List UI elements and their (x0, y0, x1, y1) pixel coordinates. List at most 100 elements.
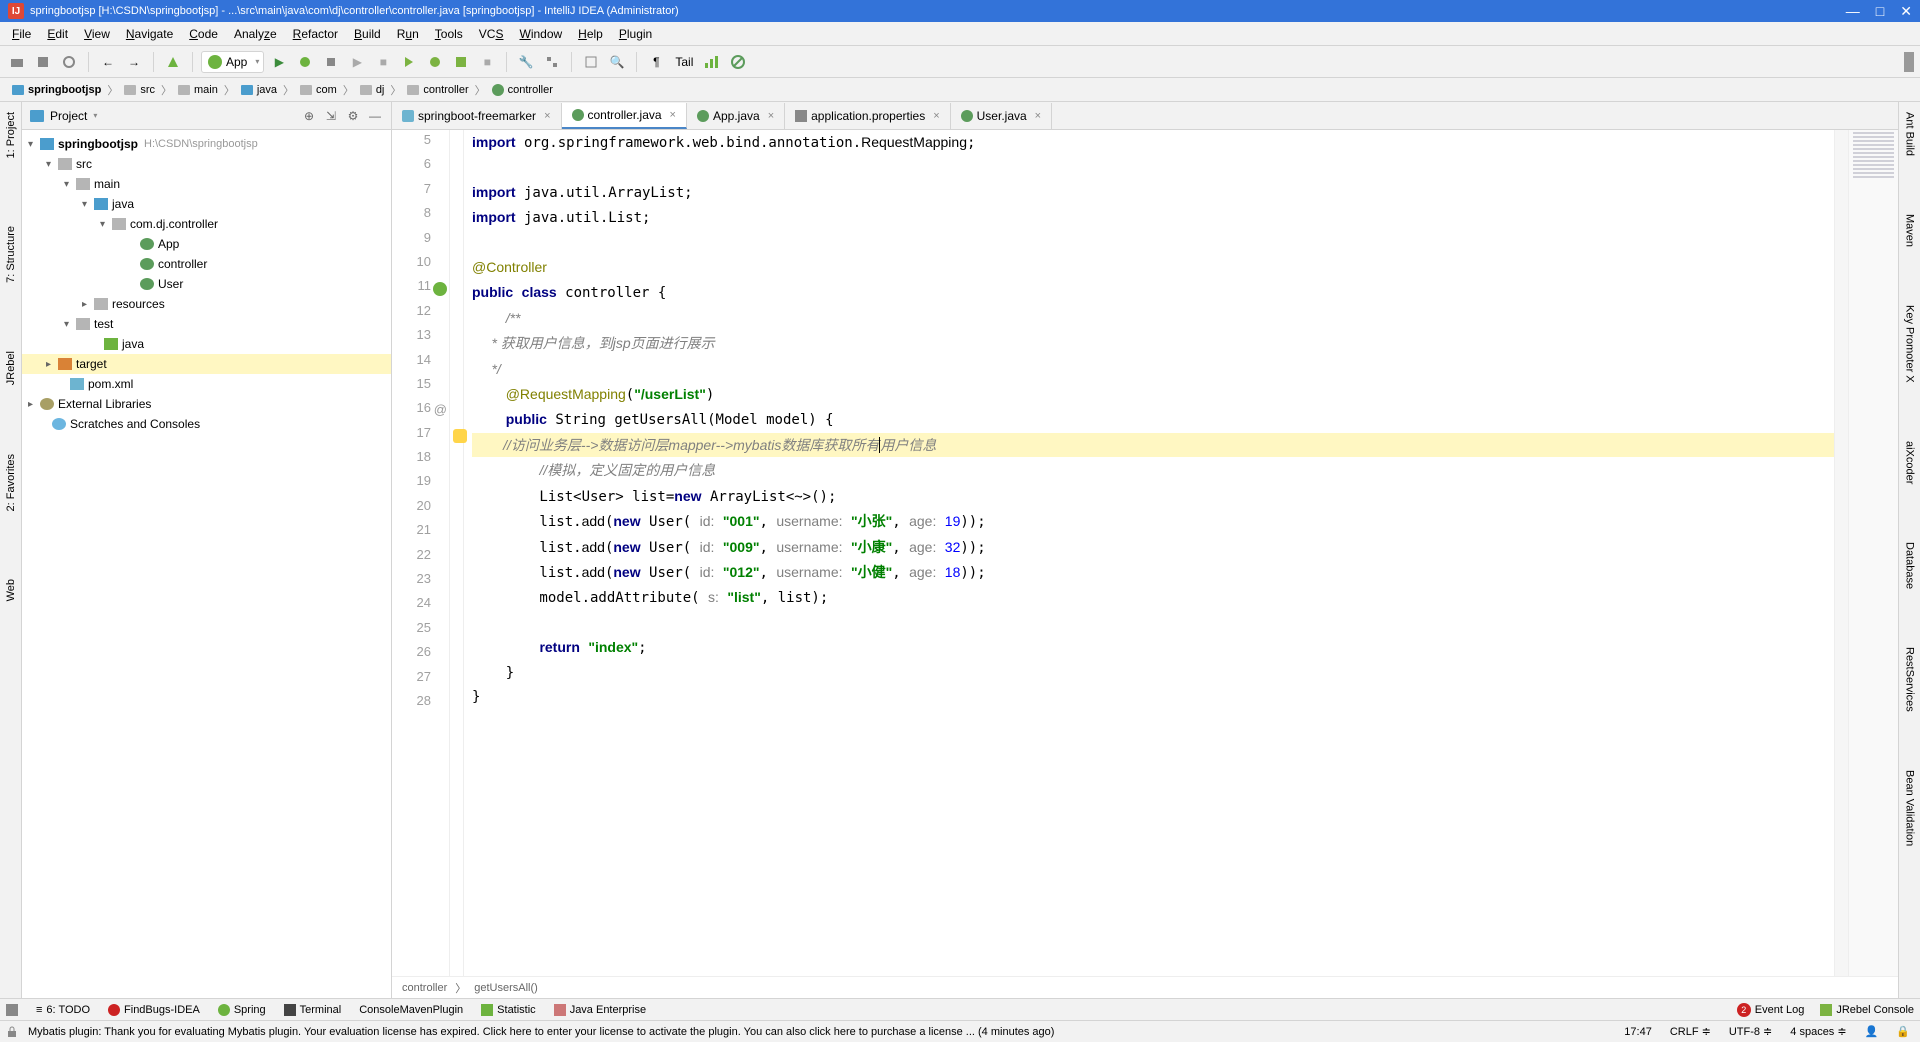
lock-icon[interactable] (6, 1026, 18, 1038)
menu-navigate[interactable]: Navigate (118, 25, 181, 43)
tree-scratches[interactable]: ▾Scratches and Consoles (22, 414, 391, 434)
crumb-src[interactable]: src (120, 84, 159, 96)
menu-vcs[interactable]: VCS (471, 25, 512, 43)
menu-file[interactable]: File (4, 25, 39, 43)
maximize-button[interactable]: □ (1876, 3, 1884, 20)
crumb-java[interactable]: java (237, 84, 281, 96)
btab-java-ee[interactable]: Java Enterprise (554, 1004, 646, 1016)
tab-bean-validation[interactable]: Bean Validation (1902, 766, 1918, 850)
menu-tools[interactable]: Tools (427, 25, 471, 43)
stop2-icon[interactable]: ■ (476, 51, 498, 73)
request-mapping-icon[interactable]: @ (434, 402, 447, 417)
btab-jrebel-console[interactable]: JRebel Console (1820, 1003, 1914, 1017)
menu-build[interactable]: Build (346, 25, 389, 43)
wrench-icon[interactable]: 🔧 (515, 51, 537, 73)
status-inspection-icon[interactable]: 👤 (1861, 1025, 1883, 1038)
btab-window-icon[interactable] (6, 1004, 18, 1016)
tree-pom[interactable]: ▾pom.xml (22, 374, 391, 394)
settings-icon[interactable]: ⚙ (345, 108, 361, 124)
no-entry-icon[interactable] (727, 51, 749, 73)
search-icon[interactable]: 🔍 (606, 51, 628, 73)
tree-test-java[interactable]: ▾java (22, 334, 391, 354)
crumb-dj[interactable]: dj (356, 84, 389, 96)
tree-package[interactable]: ▾com.dj.controller (22, 214, 391, 234)
status-indent[interactable]: 4 spaces ≑ (1786, 1025, 1850, 1038)
menu-code[interactable]: Code (181, 25, 226, 43)
tab-web[interactable]: Web (3, 575, 19, 605)
status-message[interactable]: Mybatis plugin: Thank you for evaluating… (28, 1026, 1610, 1038)
project-panel-title[interactable]: Project (50, 109, 87, 123)
btab-findbugs[interactable]: FindBugs-IDEA (108, 1004, 200, 1016)
profile-icon[interactable]: ▶ (346, 51, 368, 73)
tree-root[interactable]: ▾springbootjspH:\CSDN\springbootjsp (22, 134, 391, 154)
error-stripe[interactable] (1834, 130, 1848, 976)
menu-refactor[interactable]: Refactor (285, 25, 346, 43)
scroll-from-source-icon[interactable]: ⊕ (301, 108, 317, 124)
paragraph-icon[interactable]: ¶ (645, 51, 667, 73)
breadcrumb-method[interactable]: getUsersAll() (474, 982, 538, 994)
xrebel-icon[interactable] (450, 51, 472, 73)
tab-database[interactable]: Database (1902, 538, 1918, 593)
crumb-com[interactable]: com (296, 84, 341, 96)
menu-plugin[interactable]: Plugin (611, 25, 660, 43)
jrebel-debug-icon[interactable] (424, 51, 446, 73)
breadcrumb-class[interactable]: controller (402, 982, 447, 994)
tab-structure[interactable]: 7: Structure (3, 222, 19, 287)
debug-icon[interactable] (294, 51, 316, 73)
tab-app-java[interactable]: App.java× (687, 103, 785, 129)
forward-icon[interactable]: → (123, 51, 145, 73)
tree-src[interactable]: ▾src (22, 154, 391, 174)
menu-window[interactable]: Window (511, 25, 570, 43)
back-icon[interactable]: ← (97, 51, 119, 73)
hide-panel-icon[interactable]: — (367, 108, 383, 124)
save-icon[interactable] (32, 51, 54, 73)
close-icon[interactable]: × (1035, 110, 1041, 122)
spring-bean-icon[interactable] (433, 282, 447, 296)
close-icon[interactable]: × (768, 110, 774, 122)
editor-body[interactable]: 5 6 7 8 9 10 11 12 13 14 15 16@ 17 18 19… (392, 130, 1898, 976)
btab-statistic[interactable]: Statistic (481, 1004, 536, 1016)
jrebel-run-icon[interactable] (398, 51, 420, 73)
toolbar-overflow[interactable] (1904, 52, 1914, 72)
btab-spring[interactable]: Spring (218, 1004, 266, 1016)
stop-icon[interactable]: ■ (372, 51, 394, 73)
crumb-controller-pkg[interactable]: controller (403, 84, 472, 96)
menu-edit[interactable]: Edit (39, 25, 76, 43)
status-encoding[interactable]: UTF-8 ≑ (1725, 1025, 1776, 1038)
tab-maven[interactable]: Maven (1902, 210, 1918, 251)
build-icon[interactable] (162, 51, 184, 73)
fold-gutter[interactable] (450, 130, 464, 976)
tab-user-java[interactable]: User.java× (951, 103, 1052, 129)
close-icon[interactable]: × (670, 109, 676, 121)
tree-target[interactable]: ▸target (22, 354, 391, 374)
btab-maven-console[interactable]: ConsoleMavenPlugin (359, 1004, 463, 1016)
coverage-icon[interactable] (320, 51, 342, 73)
tree-class-controller[interactable]: ▾controller (22, 254, 391, 274)
btab-todo[interactable]: ≡6: TODO (36, 1004, 90, 1016)
code-editor[interactable]: import org.springframework.web.bind.anno… (464, 130, 1834, 976)
line-number-gutter[interactable]: 5 6 7 8 9 10 11 12 13 14 15 16@ 17 18 19… (392, 130, 450, 976)
tree-class-app[interactable]: ▾App (22, 234, 391, 254)
structure-icon[interactable] (541, 51, 563, 73)
btab-terminal[interactable]: Terminal (284, 1004, 342, 1016)
tab-ant-build[interactable]: Ant Build (1902, 108, 1918, 160)
stats-icon[interactable] (701, 51, 723, 73)
close-icon[interactable]: × (933, 110, 939, 122)
collapse-all-icon[interactable]: ⇲ (323, 108, 339, 124)
tree-resources[interactable]: ▸resources (22, 294, 391, 314)
tab-favorites[interactable]: 2: Favorites (3, 450, 19, 515)
tab-jrebel[interactable]: JRebel (3, 347, 19, 389)
tab-controller-java[interactable]: controller.java× (562, 103, 687, 129)
close-icon[interactable]: × (544, 110, 550, 122)
status-line-separator[interactable]: CRLF ≑ (1666, 1025, 1715, 1038)
open-icon[interactable] (6, 51, 28, 73)
tree-external-libraries[interactable]: ▸External Libraries (22, 394, 391, 414)
tail-label[interactable]: Tail (671, 55, 697, 69)
tree-test[interactable]: ▾test (22, 314, 391, 334)
restart-icon[interactable] (580, 51, 602, 73)
minimap[interactable] (1848, 130, 1898, 976)
intention-bulb-icon[interactable] (453, 429, 467, 443)
status-padlock-icon[interactable]: 🔒 (1892, 1025, 1914, 1038)
crumb-main[interactable]: main (174, 84, 222, 96)
menu-help[interactable]: Help (570, 25, 611, 43)
